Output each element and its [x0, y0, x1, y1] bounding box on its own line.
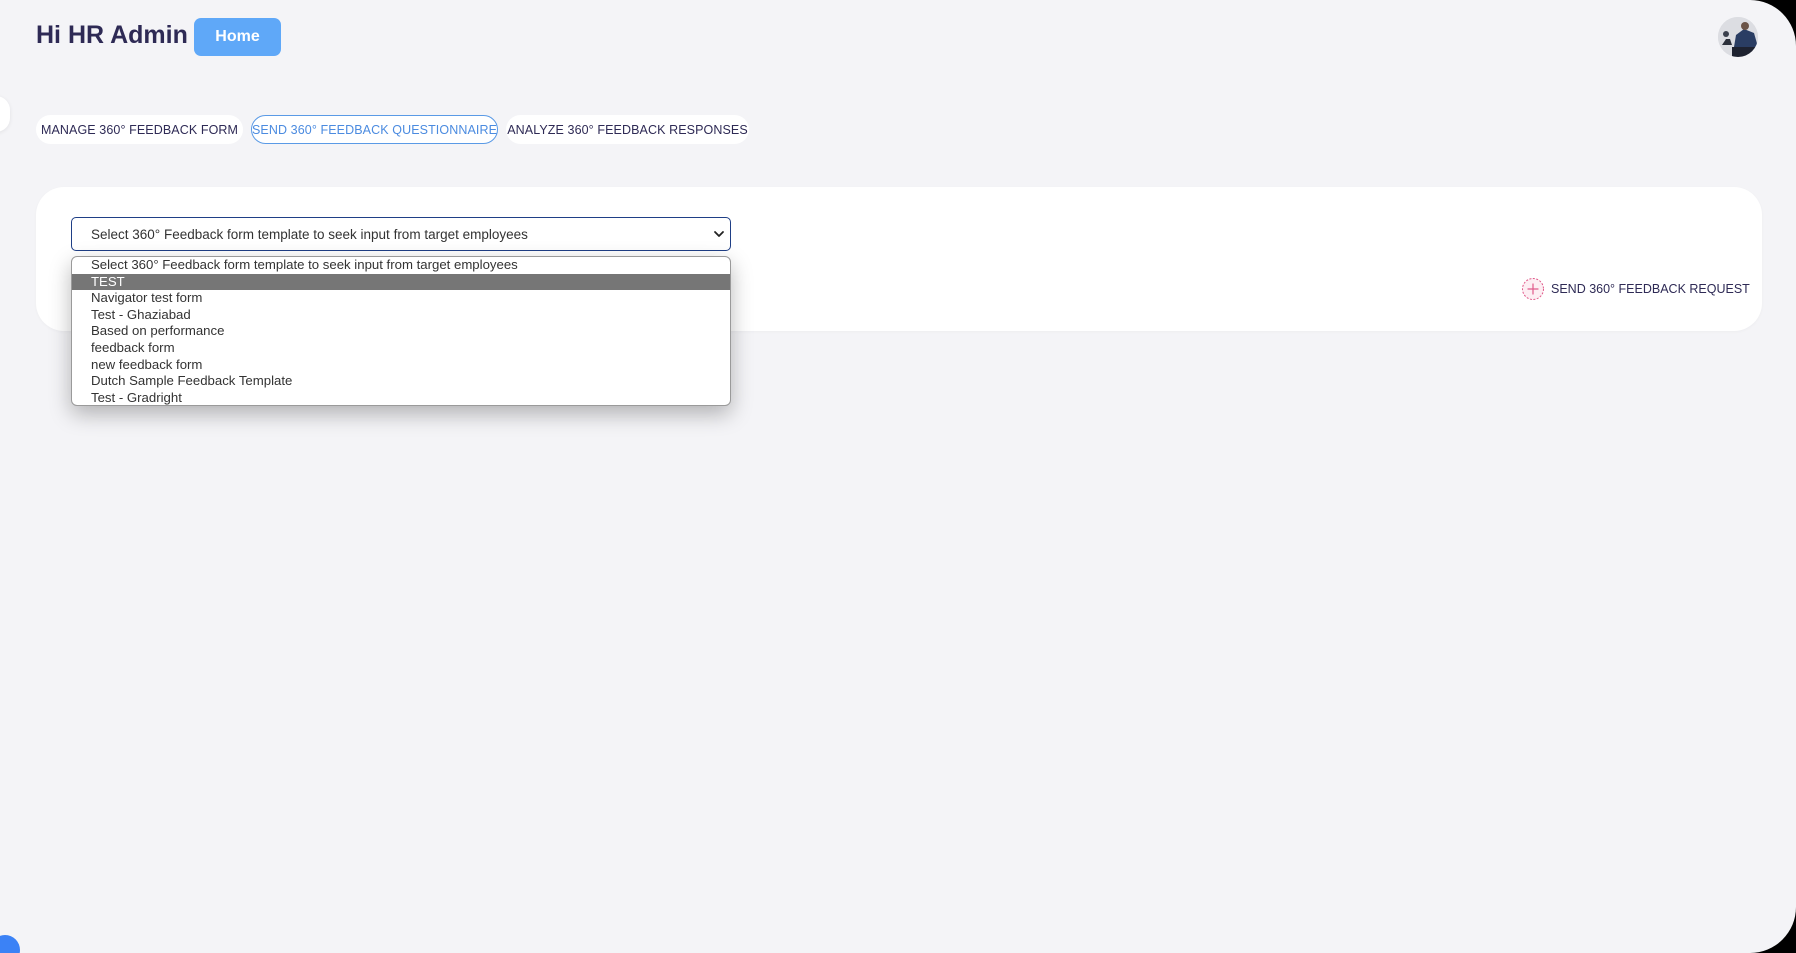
home-button[interactable]: Home	[194, 18, 281, 56]
page-greeting: Hi HR Admin	[36, 21, 188, 49]
corner-decoration	[0, 935, 20, 953]
sidebar-toggle[interactable]	[0, 96, 10, 132]
chevron-down-icon	[714, 231, 724, 237]
plus-circle-icon	[1522, 278, 1544, 300]
dropdown-option[interactable]: Based on performance	[72, 323, 730, 340]
dropdown-option[interactable]: Navigator test form	[72, 290, 730, 307]
avatar-photo-icon	[1718, 17, 1758, 57]
feedback-template-select[interactable]: Select 360° Feedback form template to se…	[71, 217, 731, 251]
dropdown-option[interactable]: Test - Ghaziabad	[72, 307, 730, 324]
tab-analyze-feedback-responses[interactable]: ANALYZE 360° FEEDBACK RESPONSES	[506, 115, 749, 144]
template-dropdown-list: Select 360° Feedback form template to se…	[71, 256, 731, 406]
select-current-value: Select 360° Feedback form template to se…	[91, 226, 528, 242]
dropdown-option[interactable]: Test - Gradright	[72, 390, 730, 405]
dropdown-option[interactable]: feedback form	[72, 340, 730, 357]
send-feedback-request-button[interactable]: SEND 360° FEEDBACK REQUEST	[1521, 277, 1750, 301]
send-feedback-request-label: SEND 360° FEEDBACK REQUEST	[1551, 282, 1750, 296]
tab-manage-feedback-form[interactable]: MANAGE 360° FEEDBACK FORM	[36, 115, 243, 144]
app-page: Hi HR Admin Home MANAGE 360° FEEDBACK FO…	[0, 0, 1796, 953]
tab-send-feedback-questionnaire[interactable]: SEND 360° FEEDBACK QUESTIONNAIRE	[251, 115, 498, 144]
dropdown-option[interactable]: Select 360° Feedback form template to se…	[72, 257, 730, 274]
dropdown-option[interactable]: new feedback form	[72, 357, 730, 374]
user-avatar[interactable]	[1718, 17, 1758, 57]
dropdown-option[interactable]: Dutch Sample Feedback Template	[72, 373, 730, 390]
dropdown-option-highlighted[interactable]: TEST	[72, 273, 730, 291]
